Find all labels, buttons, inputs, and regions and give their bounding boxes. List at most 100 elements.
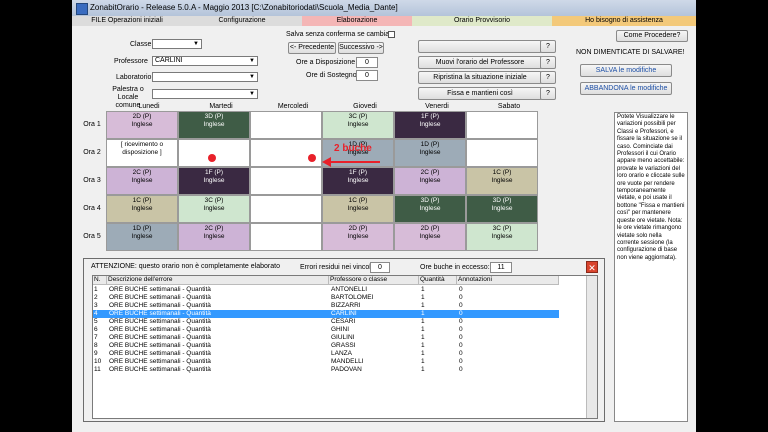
column-header[interactable]: Professore o classe: [329, 276, 419, 285]
conferma-checkbox[interactable]: [388, 31, 395, 38]
timetable-cell[interactable]: 2D (P) Inglese: [106, 111, 178, 139]
tab-file[interactable]: FILE Operazioni iniziali: [72, 16, 182, 26]
successivo-button[interactable]: Successivo ->: [338, 42, 384, 54]
ripristina-button[interactable]: Ripristina la situazione iniziale: [418, 71, 542, 84]
sostegno-field[interactable]: 0: [356, 70, 378, 81]
close-icon[interactable]: ✕: [586, 261, 598, 273]
table-row[interactable]: 8 ORE BUCHE settimanali - Quantità GRASSI 1…: [93, 342, 559, 350]
table-row[interactable]: 1 ORE BUCHE settimanali - Quantità ANTONEL…: [93, 286, 559, 294]
cell-class: 3D (P): [204, 113, 224, 120]
table-row[interactable]: 10 ORE BUCHE settimanali - Quantità MANDEL…: [93, 358, 559, 366]
cell-desc: ORE BUCHE settimanali - Quantità: [109, 310, 211, 317]
timetable-cell[interactable]: [466, 111, 538, 139]
conferma-label: Salva senza conferma se cambiato: [286, 31, 395, 38]
abbandona-button[interactable]: ABBANDONA le modifiche: [580, 82, 672, 95]
title-bar: ZonabitOrario - Release 5.0.A - Maggio 2…: [72, 0, 696, 16]
vertical-scrollbar[interactable]: [586, 276, 597, 418]
table-row[interactable]: 11 ORE BUCHE settimanali - Quantità PADOVA…: [93, 366, 559, 374]
timetable-cell[interactable]: [250, 223, 322, 251]
timetable-cell[interactable]: [250, 139, 322, 167]
tab-configurazione[interactable]: Configurazione: [182, 16, 302, 26]
cell-subject: Inglese: [347, 177, 369, 184]
timetable-cell[interactable]: 3D (P) Inglese: [394, 195, 466, 223]
muovi-button[interactable]: Muovi l'orario del Professore: [418, 56, 542, 69]
cell-desc: ORE BUCHE settimanali - Quantità: [109, 366, 211, 373]
cell-subject: Inglese: [347, 233, 369, 240]
timetable-cell[interactable]: [250, 111, 322, 139]
help-button-3[interactable]: ?: [540, 71, 556, 84]
timetable-cell[interactable]: 1C (P) Inglese: [322, 195, 394, 223]
timetable-cell[interactable]: 3D (P) Inglese: [466, 195, 538, 223]
tab-orario-provvisorio[interactable]: Orario Provvisorio: [412, 16, 552, 26]
timetable-cell[interactable]: 3C (P) Inglese: [178, 195, 250, 223]
fissa-button[interactable]: Fissa e mantieni così: [418, 87, 542, 100]
cell-ann: 0: [459, 286, 463, 293]
attention-message: ATTENZIONE: questo orario non è completa…: [91, 263, 280, 270]
cell-n: 1: [94, 286, 98, 293]
column-header[interactable]: Quantità: [419, 276, 457, 285]
professore-value: CARLINI: [155, 57, 183, 64]
timetable-cell[interactable]: 2D (P) Inglese: [394, 223, 466, 251]
laboratorio-select[interactable]: ▼: [152, 72, 258, 82]
timetable-cell[interactable]: 3C (P) Inglese: [466, 223, 538, 251]
timetable-cell[interactable]: 1C (P) Inglese: [466, 167, 538, 195]
classe-select[interactable]: ▼: [152, 39, 202, 49]
buche-label: Ore buche in eccesso:: [420, 264, 490, 271]
tab-elaborazione[interactable]: Elaborazione: [302, 16, 412, 26]
table-row[interactable]: 3 ORE BUCHE settimanali - Quantità BIZZARR…: [93, 302, 559, 310]
timetable-cell[interactable]: 2D (P) Inglese: [322, 223, 394, 251]
come-procedere-button[interactable]: Come Procedere?: [616, 30, 688, 42]
timetable-cell[interactable]: 2C (P) Inglese: [394, 167, 466, 195]
cell-subject: Inglese: [131, 177, 153, 184]
table-row[interactable]: 7 ORE BUCHE settimanali - Quantità GIULINI…: [93, 334, 559, 342]
timetable-cell[interactable]: 1C (P) Inglese: [106, 195, 178, 223]
help-button-4[interactable]: ?: [540, 87, 556, 100]
cell-class: 2D (P): [420, 225, 440, 232]
column-header[interactable]: N.: [93, 276, 107, 285]
column-header[interactable]: Descrizione dell'errore: [107, 276, 329, 285]
timetable-cell[interactable]: 2C (P) Inglese: [178, 223, 250, 251]
timetable-cell[interactable]: [178, 139, 250, 167]
cell-class: 3C (P): [204, 197, 224, 204]
arrow-left-icon: [322, 157, 380, 167]
cell-desc: ORE BUCHE settimanali - Quantità: [109, 358, 211, 365]
timetable-cell[interactable]: 2C (P) Inglese: [106, 167, 178, 195]
cell-subject: Inglese: [131, 205, 153, 212]
salva-button[interactable]: SALVA le modifiche: [580, 64, 672, 77]
cell-subject: Inglese: [131, 121, 153, 128]
table-row[interactable]: 4 ORE BUCHE settimanali - Quantità CARLINI…: [93, 310, 559, 318]
timetable-cell[interactable]: [250, 167, 322, 195]
professore-select[interactable]: CARLINI ▼: [152, 56, 258, 66]
cell-subject: Inglese: [419, 177, 441, 184]
cell-ann: 0: [459, 310, 463, 317]
help-button-2[interactable]: ?: [540, 56, 556, 69]
table-row[interactable]: 2 ORE BUCHE settimanali - Quantità BARTOLO…: [93, 294, 559, 302]
cell-class: 1F (P): [204, 169, 224, 176]
blank-action-button[interactable]: [418, 40, 542, 53]
column-header[interactable]: Annotazioni: [457, 276, 559, 285]
help-button-1[interactable]: ?: [540, 40, 556, 53]
timetable-cell[interactable]: 1D (P) Inglese: [106, 223, 178, 251]
timetable-grid: Lunedi Martedi Mercoledi Giovedi Venerdi…: [78, 103, 612, 253]
palestra-select[interactable]: ▼: [152, 89, 258, 99]
error-table: N. Descrizione dell'errore Professore o …: [92, 275, 598, 419]
cell-qty: 1: [421, 342, 425, 349]
timetable-cell[interactable]: 1F (P) Inglese: [178, 167, 250, 195]
table-row[interactable]: 9 ORE BUCHE settimanali - Quantità LANZA 1 0: [93, 350, 559, 358]
timetable-cell[interactable]: 1F (P) Inglese: [394, 111, 466, 139]
timetable-cell[interactable]: 3C (P) Inglese: [322, 111, 394, 139]
timetable-cell[interactable]: 1F (P) Inglese: [322, 167, 394, 195]
timetable-cell[interactable]: [250, 195, 322, 223]
timetable-cell[interactable]: 1D (P) Inglese: [394, 139, 466, 167]
precedente-button[interactable]: <- Precedente: [288, 42, 336, 54]
disposizione-field[interactable]: 0: [356, 57, 378, 68]
timetable-cell[interactable]: [466, 139, 538, 167]
cell-n: 4: [94, 310, 98, 317]
tab-assistenza[interactable]: Ho bisogno di assistenza: [552, 16, 696, 26]
table-row[interactable]: 6 ORE BUCHE settimanali - Quantità GHINI 1 0: [93, 326, 559, 334]
chevron-down-icon: ▼: [249, 91, 255, 97]
timetable-cell[interactable]: [ ricevimento o disposizione ]: [106, 139, 178, 167]
cell-qty: 1: [421, 350, 425, 357]
timetable-cell[interactable]: 3D (P) Inglese: [178, 111, 250, 139]
table-row[interactable]: 5 ORE BUCHE settimanali - Quantità CESARI 1…: [93, 318, 559, 326]
